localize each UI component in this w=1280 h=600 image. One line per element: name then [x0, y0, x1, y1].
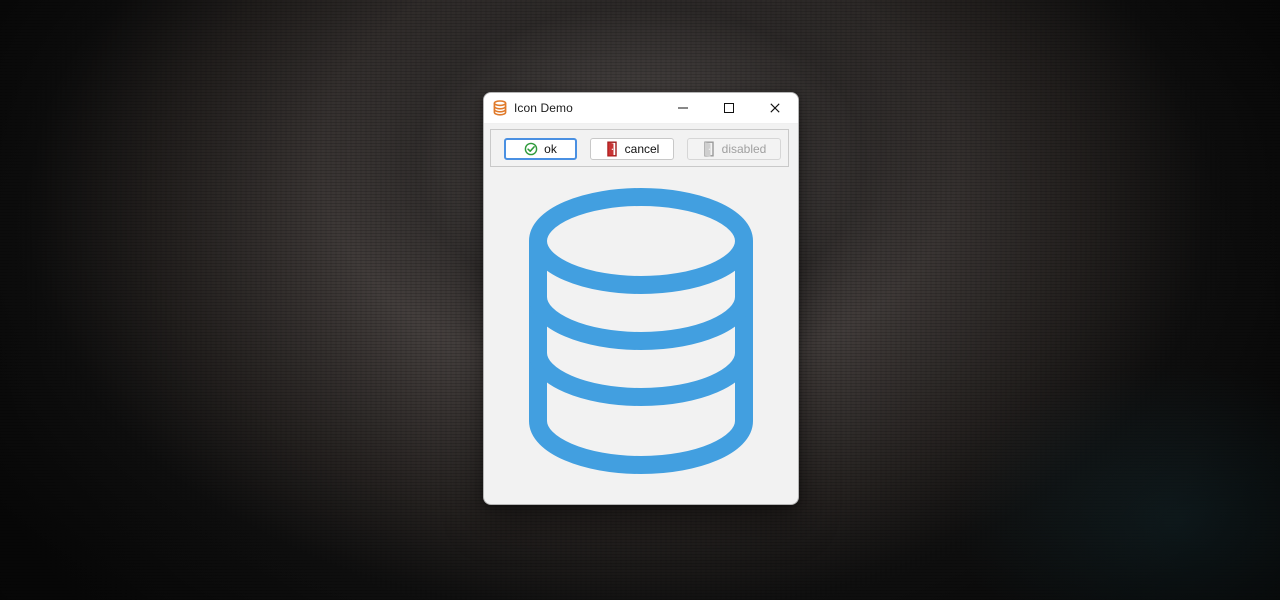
button-toolbar: ok cancel disabled — [490, 129, 789, 167]
maximize-button[interactable] — [706, 93, 752, 123]
icon-demo-window: Icon Demo ok cancel disabled — [483, 92, 799, 505]
disabled-button: disabled — [687, 138, 781, 160]
maximize-icon — [724, 103, 734, 113]
check-circle-icon — [524, 142, 538, 156]
database-icon — [529, 188, 753, 474]
disabled-button-label: disabled — [721, 142, 767, 156]
cancel-button-label: cancel — [624, 142, 660, 156]
door-icon — [605, 141, 619, 157]
caption-buttons — [660, 93, 798, 123]
minimize-icon — [678, 107, 688, 109]
title-bar[interactable]: Icon Demo — [484, 93, 798, 124]
database-icon — [493, 100, 507, 116]
door-icon — [702, 141, 716, 157]
ok-button-label: ok — [544, 142, 557, 156]
cancel-button[interactable]: cancel — [590, 138, 674, 160]
ok-button[interactable]: ok — [504, 138, 577, 160]
minimize-button[interactable] — [660, 93, 706, 123]
close-icon — [770, 103, 780, 113]
content-area — [484, 183, 798, 483]
close-button[interactable] — [752, 93, 798, 123]
window-title: Icon Demo — [514, 101, 573, 115]
